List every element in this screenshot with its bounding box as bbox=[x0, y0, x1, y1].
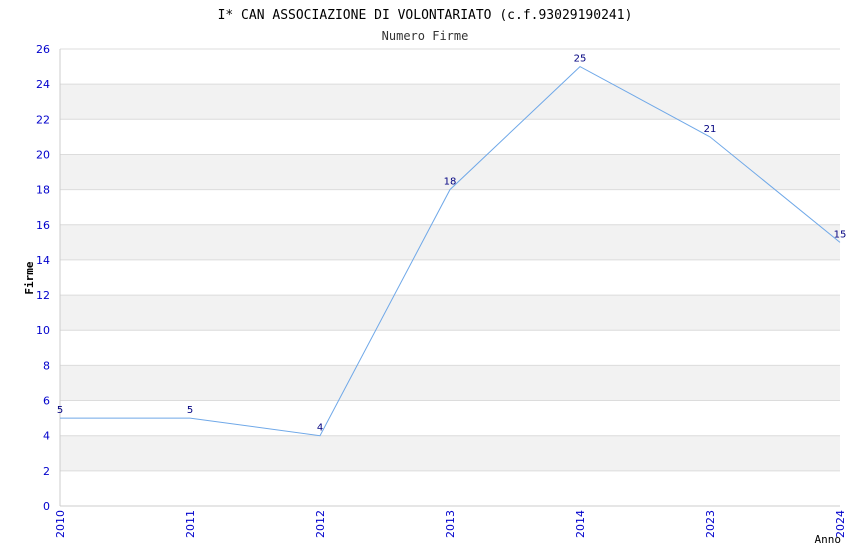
x-tick-label: 2013 bbox=[444, 510, 457, 538]
plot-band bbox=[60, 295, 840, 331]
y-tick-label: 14 bbox=[36, 254, 50, 267]
data-label: 5 bbox=[187, 405, 193, 416]
y-tick-label: 20 bbox=[36, 148, 50, 161]
y-tick-label: 4 bbox=[43, 430, 50, 443]
plot-band bbox=[60, 224, 840, 260]
y-axis-ticks: 02468101214161820222426 bbox=[36, 43, 50, 513]
data-label: 4 bbox=[317, 423, 323, 434]
x-tick-label: 2011 bbox=[184, 510, 197, 538]
plot-band bbox=[60, 84, 840, 120]
x-tick-label: 2023 bbox=[704, 510, 717, 538]
plot-band bbox=[60, 49, 840, 85]
plot-band bbox=[60, 365, 840, 401]
chart-subtitle: Numero Firme bbox=[382, 29, 469, 43]
y-tick-label: 22 bbox=[36, 113, 50, 126]
y-tick-label: 8 bbox=[43, 359, 50, 372]
y-axis-label: Firme bbox=[23, 261, 36, 294]
chart-title: I* CAN ASSOCIAZIONE DI VOLONTARIATO (c.f… bbox=[218, 8, 633, 23]
y-tick-label: 2 bbox=[43, 465, 50, 478]
plot-band bbox=[60, 119, 840, 155]
plot-background bbox=[60, 49, 840, 506]
plot-band bbox=[60, 470, 840, 506]
y-tick-label: 6 bbox=[43, 395, 50, 408]
plot-band bbox=[60, 189, 840, 225]
data-label: 15 bbox=[834, 229, 847, 240]
line-chart: I* CAN ASSOCIAZIONE DI VOLONTARIATO (c.f… bbox=[23, 8, 847, 546]
y-tick-label: 10 bbox=[36, 324, 50, 337]
y-tick-label: 12 bbox=[36, 289, 50, 302]
x-axis-label: Anno bbox=[815, 533, 842, 546]
y-tick-label: 0 bbox=[43, 500, 50, 513]
data-label: 25 bbox=[574, 54, 587, 65]
data-label: 18 bbox=[444, 177, 457, 188]
plot-band bbox=[60, 330, 840, 366]
data-label: 5 bbox=[57, 405, 63, 416]
y-tick-label: 16 bbox=[36, 219, 50, 232]
plot-band bbox=[60, 259, 840, 296]
plot-band bbox=[60, 435, 840, 471]
x-tick-label: 2012 bbox=[314, 510, 327, 538]
y-tick-label: 26 bbox=[36, 43, 50, 56]
x-tick-label: 2010 bbox=[54, 510, 67, 538]
x-axis-ticks: 2010 2011 2012 2013 2014 2023 2024 bbox=[54, 510, 847, 538]
x-tick-label: 2014 bbox=[574, 510, 587, 538]
data-label: 21 bbox=[704, 124, 717, 135]
y-tick-label: 18 bbox=[36, 184, 50, 197]
y-tick-label: 24 bbox=[36, 78, 50, 91]
